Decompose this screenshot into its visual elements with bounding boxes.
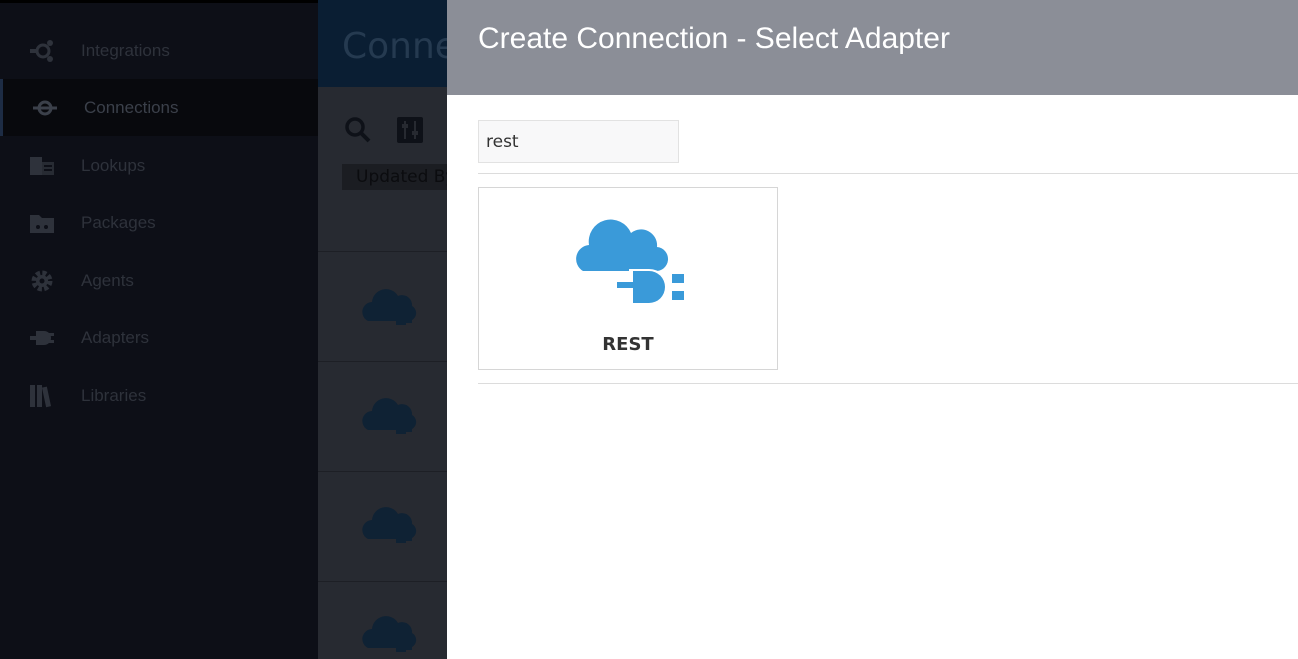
- sidebar-item-connections[interactable]: Connections: [0, 79, 318, 136]
- sidebar-item-label: Libraries: [81, 385, 147, 405]
- lookups-icon: [28, 152, 56, 180]
- filter-chip[interactable]: Updated By: [342, 164, 447, 190]
- page-title: Connections: [342, 26, 447, 67]
- cloud-plug-icon: [358, 608, 422, 659]
- integrations-icon: [28, 37, 56, 65]
- sidebar-item-label: Agents: [81, 270, 134, 290]
- list-divider: [318, 251, 447, 252]
- sidebar-item-label: Connections: [84, 97, 179, 117]
- list-divider: [318, 471, 447, 472]
- dialog-title: Create Connection - Select Adapter: [478, 22, 950, 55]
- packages-icon: [28, 209, 56, 237]
- sidebar-item-label: Lookups: [81, 155, 146, 175]
- sidebar-item-lookups[interactable]: Lookups: [0, 137, 318, 194]
- adapter-name: REST: [602, 334, 654, 355]
- gear-icon: [28, 267, 56, 295]
- sidebar-item-label: Adapters: [81, 327, 150, 347]
- sidebar-item-agents[interactable]: Agents: [0, 252, 318, 309]
- adapter-search-input[interactable]: [478, 120, 679, 163]
- sidebar-item-packages[interactable]: Packages: [0, 194, 318, 251]
- sidebar-item-adapters[interactable]: Adapters: [0, 309, 318, 366]
- list-divider: [318, 581, 447, 582]
- divider: [478, 173, 1298, 174]
- cloud-plug-icon: [358, 499, 422, 553]
- sidebar: Integrations Connections Lookups Package…: [0, 0, 318, 659]
- cloud-plug-icon: [358, 281, 422, 335]
- select-adapter-dialog: Create Connection - Select Adapter REST: [447, 0, 1298, 659]
- sidebar-item-libraries[interactable]: Libraries: [0, 367, 318, 424]
- page-header: Connections: [318, 0, 447, 87]
- filter-icon[interactable]: [396, 116, 424, 144]
- sidebar-item-label: Packages: [81, 212, 156, 232]
- cloud-plug-icon: [358, 390, 422, 444]
- connections-icon: [31, 94, 59, 122]
- sidebar-item-label: Integrations: [81, 40, 170, 60]
- connections-page: Connections Updated By: [318, 0, 447, 659]
- plug-icon: [28, 324, 56, 352]
- divider: [478, 383, 1298, 384]
- sidebar-item-integrations[interactable]: Integrations: [0, 22, 318, 79]
- adapter-card-rest[interactable]: REST: [478, 187, 778, 370]
- dialog-header: Create Connection - Select Adapter: [447, 0, 1298, 95]
- books-icon: [28, 382, 56, 410]
- cloud-plug-icon: [569, 213, 689, 309]
- list-divider: [318, 361, 447, 362]
- search-icon[interactable]: [344, 116, 372, 144]
